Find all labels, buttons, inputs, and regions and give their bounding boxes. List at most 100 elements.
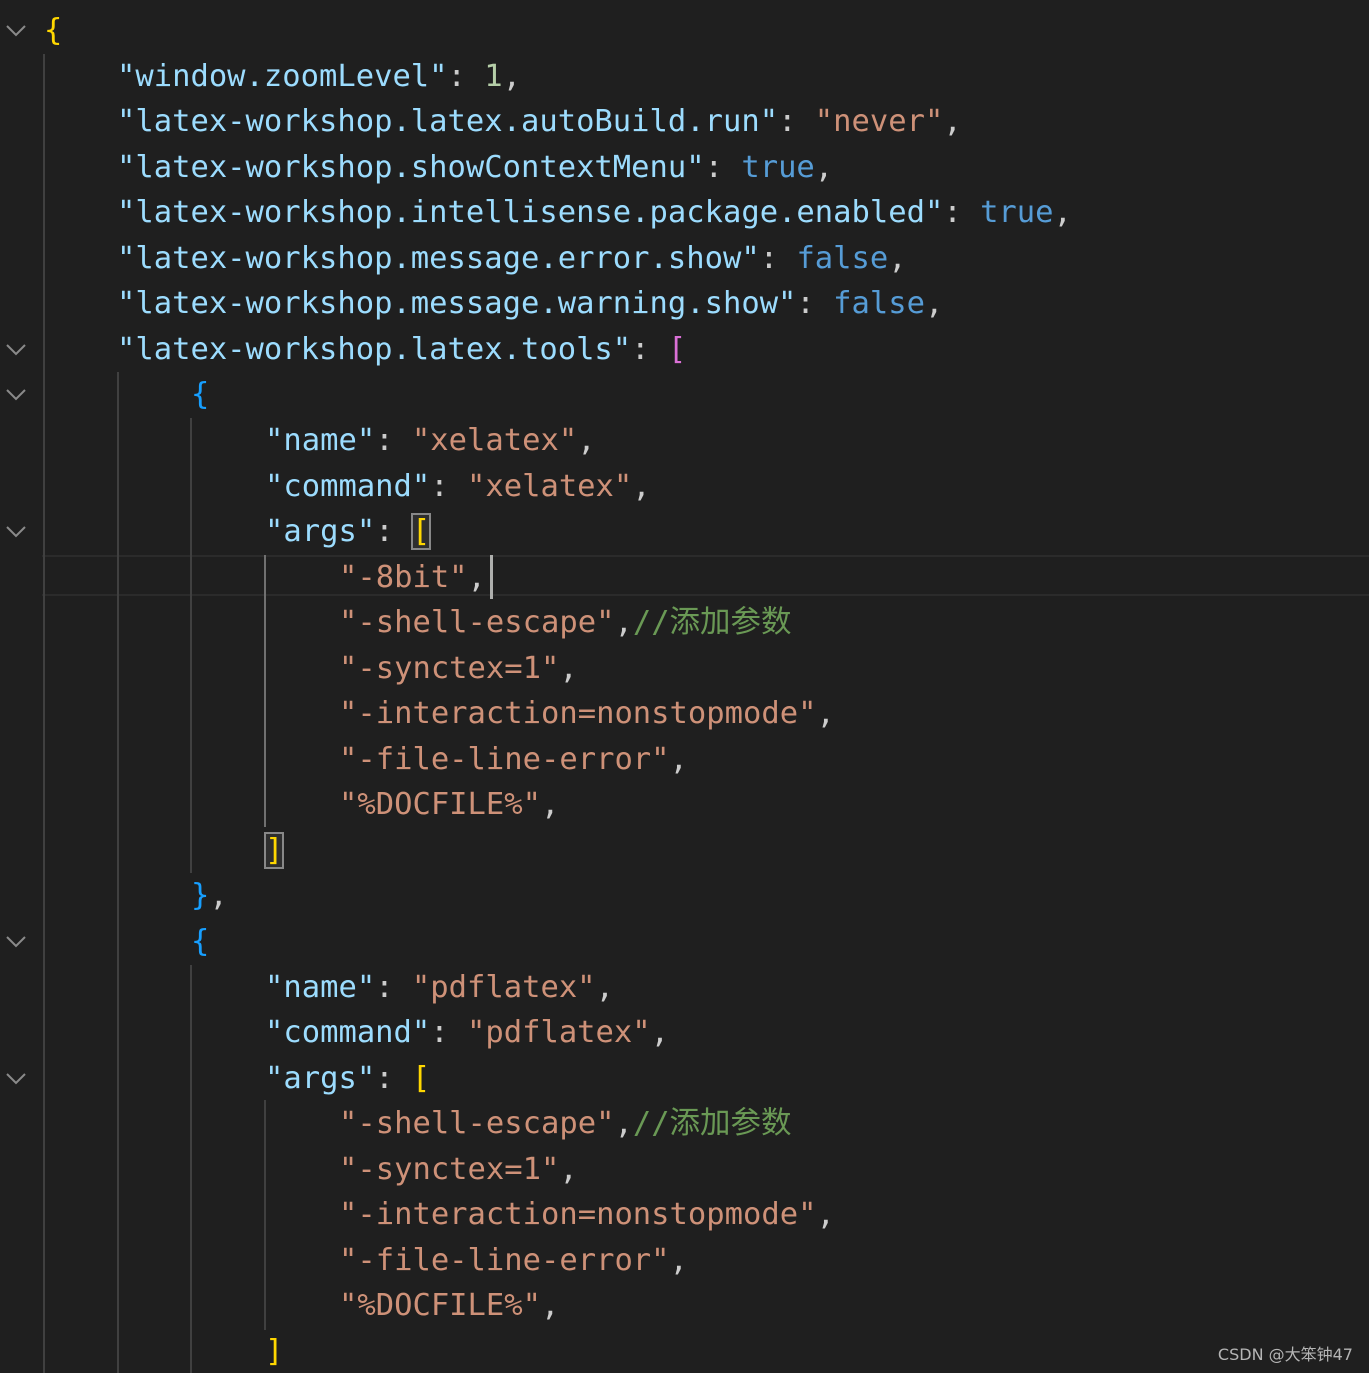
code-token: "-file-line-error" bbox=[339, 741, 670, 777]
code-token: "latex-workshop.latex.autoBuild.run" bbox=[117, 104, 779, 140]
code-line[interactable]: { bbox=[191, 919, 209, 965]
code-line[interactable]: "-file-line-error", bbox=[339, 1238, 688, 1284]
code-token: , bbox=[614, 1106, 633, 1142]
indent-guide bbox=[117, 372, 119, 1373]
code-token: "-synctex=1" bbox=[339, 1151, 560, 1187]
code-token: "-shell-escape" bbox=[339, 1106, 615, 1142]
code-token: { bbox=[191, 924, 210, 959]
indent-guide bbox=[190, 965, 192, 1373]
code-line[interactable]: ] bbox=[263, 828, 285, 874]
code-line[interactable]: { bbox=[191, 372, 209, 418]
code-line[interactable]: "latex-workshop.message.error.show": fal… bbox=[117, 236, 907, 282]
code-token: "latex-workshop.intellisense.package.ena… bbox=[117, 195, 944, 231]
chevron-down-icon[interactable] bbox=[4, 522, 28, 542]
code-token: "pdflatex" bbox=[411, 969, 596, 1005]
code-token: "never" bbox=[814, 104, 944, 140]
code-token: : bbox=[375, 969, 412, 1005]
code-line[interactable]: "-file-line-error", bbox=[339, 737, 688, 783]
code-token: //添加参数 bbox=[632, 1106, 792, 1142]
code-token: "%DOCFILE%" bbox=[339, 787, 541, 823]
chevron-down-icon[interactable] bbox=[4, 932, 28, 952]
code-token: "name" bbox=[265, 969, 376, 1005]
code-line[interactable]: "args": [ bbox=[265, 509, 432, 555]
code-token: , bbox=[888, 240, 907, 276]
code-token: "latex-workshop.latex.tools" bbox=[117, 331, 632, 367]
code-token: , bbox=[669, 1242, 688, 1278]
code-token: , bbox=[559, 650, 578, 686]
code-line[interactable]: "-shell-escape",//添加参数 bbox=[339, 600, 792, 646]
code-line[interactable]: "-8bit", bbox=[339, 554, 493, 601]
code-line[interactable]: "latex-workshop.latex.autoBuild.run": "n… bbox=[117, 99, 962, 145]
code-token: , bbox=[816, 1197, 835, 1233]
code-token: ] bbox=[265, 1333, 284, 1369]
code-token: "%DOCFILE%" bbox=[339, 1288, 541, 1324]
code-token: "name" bbox=[265, 422, 376, 458]
chevron-down-icon[interactable] bbox=[4, 1069, 28, 1089]
code-token: , bbox=[814, 149, 834, 185]
code-line[interactable]: "-interaction=nonstopmode", bbox=[339, 691, 835, 737]
fold-gutter[interactable] bbox=[0, 0, 42, 1373]
code-line[interactable]: "latex-workshop.showContextMenu": true, bbox=[117, 145, 833, 191]
indent-guide bbox=[43, 54, 45, 1373]
chevron-down-icon[interactable] bbox=[4, 385, 28, 405]
chevron-down-icon[interactable] bbox=[4, 340, 28, 360]
code-token: false bbox=[796, 240, 889, 276]
chevron-down-icon[interactable] bbox=[4, 21, 28, 41]
code-token: , bbox=[943, 104, 962, 140]
code-line[interactable]: ] bbox=[265, 1329, 283, 1373]
code-token: "xelatex" bbox=[411, 422, 578, 458]
code-token: : bbox=[375, 1060, 412, 1096]
code-token: "-8bit" bbox=[339, 559, 468, 595]
code-token: } bbox=[191, 878, 210, 914]
code-token: : bbox=[375, 422, 412, 458]
code-token: : bbox=[430, 468, 467, 504]
code-token: , bbox=[595, 969, 614, 1005]
code-line[interactable]: }, bbox=[191, 873, 228, 919]
code-line[interactable]: "name": "xelatex", bbox=[265, 418, 596, 464]
code-token: "xelatex" bbox=[467, 468, 633, 504]
code-line[interactable]: "latex-workshop.message.warning.show": f… bbox=[117, 281, 943, 327]
code-token: , bbox=[467, 559, 486, 595]
code-token: true bbox=[741, 149, 815, 185]
code-token: , bbox=[669, 741, 688, 777]
code-line[interactable]: "latex-workshop.latex.tools": [ bbox=[117, 327, 686, 373]
code-line[interactable]: "command": "xelatex", bbox=[265, 464, 651, 510]
code-editor[interactable]: {"window.zoomLevel": 1, "latex-workshop.l… bbox=[0, 0, 1369, 1373]
code-token: "-synctex=1" bbox=[339, 650, 560, 686]
code-token: : bbox=[759, 240, 797, 276]
code-token: ] bbox=[263, 831, 285, 869]
code-token: , bbox=[541, 787, 560, 823]
code-token: [ bbox=[411, 1060, 431, 1096]
code-line[interactable]: "-synctex=1", bbox=[339, 1147, 578, 1193]
code-line[interactable]: "name": "pdflatex", bbox=[265, 965, 614, 1011]
code-line[interactable]: "window.zoomLevel": 1, bbox=[117, 54, 521, 100]
code-token: "latex-workshop.message.warning.show" bbox=[117, 286, 797, 322]
code-token: { bbox=[44, 13, 63, 48]
code-line[interactable]: "%DOCFILE%", bbox=[339, 782, 559, 828]
code-token: "-shell-escape" bbox=[339, 605, 615, 641]
code-token: : bbox=[375, 514, 412, 550]
current-line-highlight bbox=[42, 555, 1369, 596]
code-line[interactable]: "%DOCFILE%", bbox=[339, 1283, 559, 1329]
code-token: , bbox=[924, 286, 944, 322]
code-line[interactable]: "-synctex=1", bbox=[339, 646, 578, 692]
code-token: "-interaction=nonstopmode" bbox=[339, 696, 817, 732]
indent-guide bbox=[264, 1100, 266, 1330]
code-token: "-file-line-error" bbox=[339, 1242, 670, 1278]
code-line[interactable]: "command": "pdflatex", bbox=[265, 1010, 669, 1056]
code-line[interactable]: "args": [ bbox=[265, 1056, 430, 1102]
code-token: : bbox=[430, 1015, 467, 1051]
code-token: : bbox=[631, 331, 668, 367]
code-token: , bbox=[502, 58, 522, 94]
code-line[interactable]: "latex-workshop.intellisense.package.ena… bbox=[117, 190, 1072, 236]
code-line[interactable]: "-interaction=nonstopmode", bbox=[339, 1192, 835, 1238]
code-line[interactable]: "-shell-escape",//添加参数 bbox=[339, 1101, 792, 1147]
code-token: , bbox=[541, 1288, 560, 1324]
code-token: "latex-workshop.message.error.show" bbox=[117, 240, 760, 276]
code-token: , bbox=[1053, 195, 1072, 231]
code-token: , bbox=[614, 605, 633, 641]
code-token: { bbox=[191, 377, 210, 413]
code-token: , bbox=[209, 878, 228, 914]
code-token: "-interaction=nonstopmode" bbox=[339, 1197, 817, 1233]
code-line[interactable]: { bbox=[44, 8, 62, 54]
